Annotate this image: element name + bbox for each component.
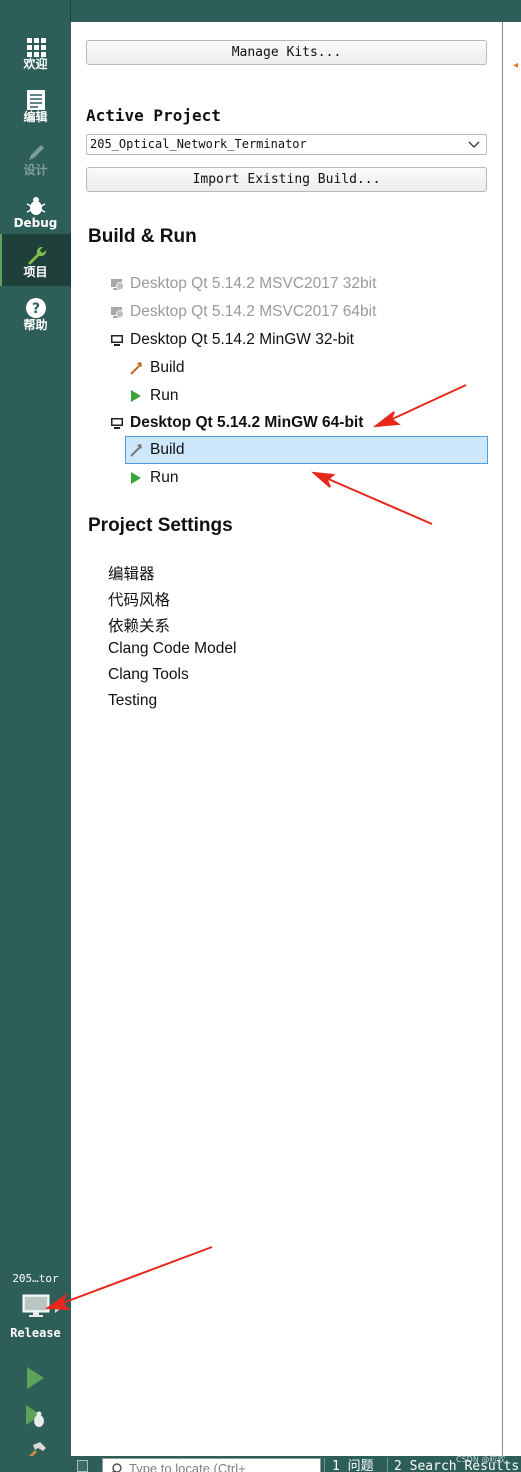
mode-help[interactable]: ? 帮助 <box>0 287 71 339</box>
build-config-label: Release <box>10 1326 61 1340</box>
kit-mingw-32bit-build[interactable]: Build <box>71 354 502 382</box>
kit-msvc2017-32bit[interactable]: Desktop Qt 5.14.2 MSVC2017 32bit <box>71 270 502 298</box>
active-project-value: 205_Optical_Network_Terminator <box>90 137 307 151</box>
mode-design[interactable]: 设计 <box>0 132 71 184</box>
watermark: CSDN @粒欢 <box>456 1455 506 1464</box>
active-project-select[interactable]: 205_Optical_Network_Terminator <box>86 134 487 155</box>
run-label: Run <box>150 469 179 486</box>
grid-icon <box>26 38 46 57</box>
settings-item-clang-code-model[interactable]: Clang Code Model <box>108 640 236 658</box>
search-icon <box>111 1463 122 1472</box>
monitor-icon[interactable] <box>22 1294 50 1318</box>
settings-item-testing[interactable]: Testing <box>108 692 157 710</box>
active-project-label: Active Project <box>86 106 221 125</box>
projects-panel: Manage Kits... Active Project 205_Optica… <box>71 22 502 1456</box>
project-settings-heading: Project Settings <box>88 515 233 536</box>
status-bar: Type to locate (Ctrl+ 1 问题 2 Search Resu… <box>0 1456 521 1472</box>
target-project-name: 205…tor <box>12 1272 59 1285</box>
kit-label: Desktop Qt 5.14.2 MSVC2017 32bit <box>130 275 377 292</box>
document-icon <box>26 90 45 110</box>
issues-pane-button[interactable]: 1 问题 <box>332 1457 374 1472</box>
wrench-icon <box>27 246 46 265</box>
kit-label: Desktop Qt 5.14.2 MinGW 32-bit <box>130 331 354 348</box>
mode-design-label: 设计 <box>23 163 48 177</box>
toggle-sidebar-button[interactable] <box>77 1460 88 1472</box>
svg-text:?: ? <box>31 301 39 317</box>
build-label: Build <box>150 359 185 376</box>
kit-mingw-64bit[interactable]: Desktop Qt 5.14.2 MinGW 64-bit <box>71 409 502 437</box>
hammer-icon <box>130 444 142 457</box>
mode-welcome[interactable]: 欢迎 <box>0 26 71 78</box>
run-icon <box>131 472 141 484</box>
settings-item-editor[interactable]: 编辑器 <box>108 562 155 584</box>
kit-label: Desktop Qt 5.14.2 MinGW 64-bit <box>130 414 364 431</box>
kit-mingw-64bit-run[interactable]: Run <box>71 464 502 492</box>
settings-item-code-style[interactable]: 代码风格 <box>108 588 170 610</box>
mode-debug[interactable]: Debug <box>0 185 71 237</box>
bug-icon <box>26 197 45 215</box>
locator-placeholder: Type to locate (Ctrl+ <box>129 1461 246 1472</box>
mode-sidebar: 欢迎 编辑 设计 Debug 项目 ? 帮助 <box>0 22 71 1456</box>
mode-projects[interactable]: 项目 <box>0 234 71 286</box>
manage-kits-button[interactable]: Manage Kits... <box>86 40 487 65</box>
pencil-icon <box>28 145 44 160</box>
monitor-icon <box>111 418 123 429</box>
mode-projects-label: 项目 <box>23 265 48 279</box>
content-area <box>503 22 521 1456</box>
top-strip <box>0 0 521 22</box>
monitor-warning-icon <box>111 279 124 290</box>
import-existing-build-button[interactable]: Import Existing Build... <box>86 167 487 192</box>
locator-input[interactable]: Type to locate (Ctrl+ <box>102 1458 321 1472</box>
qt-creator-window: 欢迎 编辑 设计 Debug 项目 ? 帮助 205…tor Release M… <box>0 0 521 1472</box>
target-selector-arrow[interactable] <box>55 1305 60 1313</box>
mode-welcome-label: 欢迎 <box>23 57 48 71</box>
orange-marker-icon: ◂ <box>513 60 519 71</box>
debug-run-icon[interactable] <box>22 1403 48 1429</box>
monitor-icon <box>111 335 123 346</box>
settings-item-clang-tools[interactable]: Clang Tools <box>108 666 189 684</box>
mode-edit-label: 编辑 <box>23 110 48 124</box>
kit-mingw-32bit[interactable]: Desktop Qt 5.14.2 MinGW 32-bit <box>71 326 502 354</box>
mode-debug-label: Debug <box>13 216 58 230</box>
build-label: Build <box>150 441 185 458</box>
kit-mingw-64bit-build[interactable]: Build <box>71 436 502 464</box>
run-icon <box>131 390 141 402</box>
run-label: Run <box>150 387 179 404</box>
chevron-down-icon <box>468 141 480 148</box>
kit-mingw-32bit-run[interactable]: Run <box>71 382 502 410</box>
mode-edit[interactable]: 编辑 <box>0 79 71 131</box>
build-run-heading: Build & Run <box>88 226 197 247</box>
hammer-icon <box>130 362 142 375</box>
mode-help-label: 帮助 <box>23 318 48 332</box>
help-icon: ? <box>25 298 46 318</box>
kit-msvc2017-64bit[interactable]: Desktop Qt 5.14.2 MSVC2017 64bit <box>71 298 502 326</box>
settings-item-dependencies[interactable]: 依赖关系 <box>108 614 170 636</box>
run-icon[interactable] <box>22 1365 48 1391</box>
kit-label: Desktop Qt 5.14.2 MSVC2017 64bit <box>130 303 377 320</box>
monitor-warning-icon <box>111 307 124 318</box>
